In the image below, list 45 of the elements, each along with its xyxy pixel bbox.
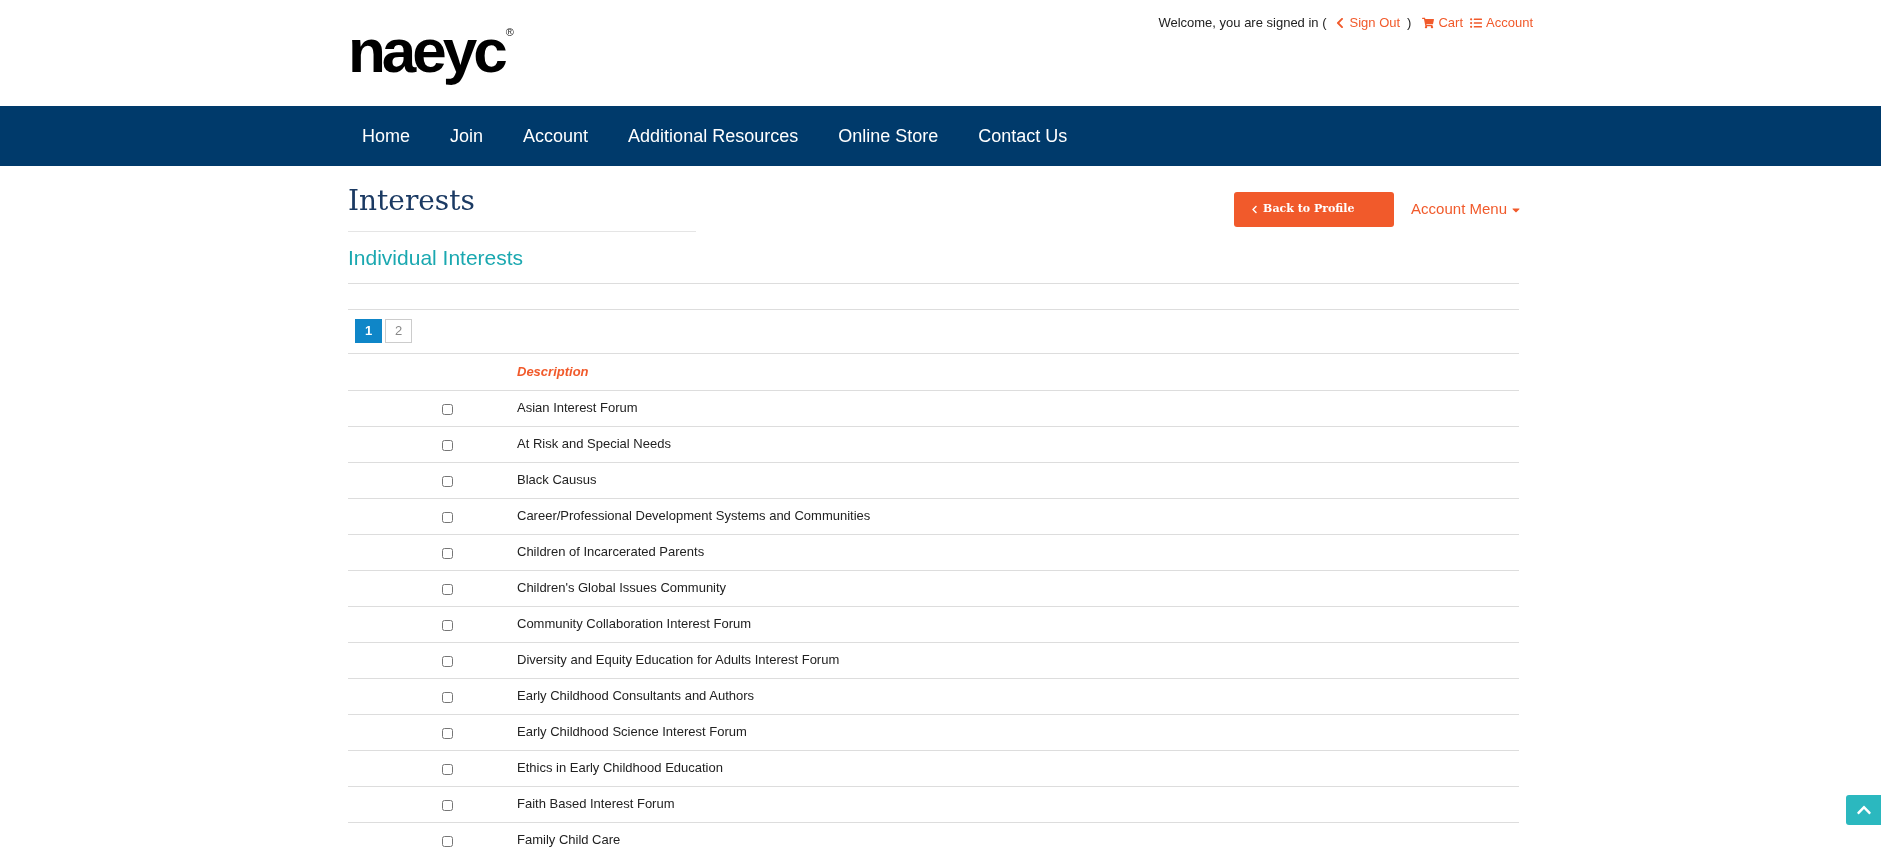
page-title: Interests xyxy=(348,183,476,219)
table-cell-text: At Risk and Special Needs xyxy=(517,435,671,454)
row-checkbox[interactable] xyxy=(442,836,453,847)
section-title: Individual Interests xyxy=(348,242,1519,284)
header-link[interactable]: Sign Out xyxy=(1333,13,1401,33)
row-checkbox[interactable] xyxy=(442,800,453,811)
column-header: Description xyxy=(517,362,589,381)
cart-icon xyxy=(1422,16,1435,29)
welcome-text: Welcome, you are signed in ( xyxy=(1158,14,1327,32)
row-checkbox[interactable] xyxy=(442,512,453,523)
list-icon xyxy=(1470,16,1482,29)
table-cell-text: Faith Based Interest Forum xyxy=(517,795,675,814)
row-checkbox[interactable] xyxy=(442,440,453,451)
table-cell-text: Career/Professional Development Systems and Communities xyxy=(517,507,871,526)
row-checkbox[interactable] xyxy=(442,620,453,631)
table-cell-text: Asian Interest Forum xyxy=(517,399,638,418)
table-cell-text: Children of Incarcerated Parents xyxy=(517,543,705,562)
table-cell-text: Early Childhood Science Interest Forum xyxy=(517,723,747,742)
nav-link[interactable]: Home xyxy=(348,122,430,150)
page-button[interactable]: 1 xyxy=(355,319,382,343)
nav-link[interactable]: Account xyxy=(503,122,609,150)
table-cell-text: Family Child Care xyxy=(517,831,621,850)
table-cell-text: Ethics in Early Childhood Education xyxy=(517,759,723,778)
chevron-left-icon xyxy=(1250,205,1260,214)
scroll-top-button[interactable] xyxy=(1846,795,1881,825)
row-checkbox[interactable] xyxy=(442,404,453,415)
nav-link[interactable]: Contact Us xyxy=(958,122,1088,150)
row-checkbox[interactable] xyxy=(442,584,453,595)
table-cell-text: Black Causus xyxy=(517,471,597,490)
table-cell-text: Diversity and Equity Education for Adults Interest Forum xyxy=(517,651,840,670)
registered-mark: ® xyxy=(505,25,514,40)
row-checkbox[interactable] xyxy=(442,656,453,667)
row-checkbox[interactable] xyxy=(442,548,453,559)
row-checkbox[interactable] xyxy=(442,728,453,739)
page-button[interactable]: 2 xyxy=(385,319,412,343)
row-checkbox[interactable] xyxy=(442,764,453,775)
nav-link[interactable]: Online Store xyxy=(818,122,959,150)
table-cell-text: Children's Global Issues Community xyxy=(517,579,727,598)
table-cell-text: Community Collaboration Interest Forum xyxy=(517,615,752,634)
paren-text: ) xyxy=(1407,14,1412,32)
nav-link[interactable]: Additional Resources xyxy=(608,122,819,150)
table-cell-text: Early Childhood Consultants and Authors xyxy=(517,687,755,706)
row-checkbox[interactable] xyxy=(442,692,453,703)
nav-link[interactable]: Join xyxy=(430,122,504,150)
row-checkbox[interactable] xyxy=(442,476,453,487)
